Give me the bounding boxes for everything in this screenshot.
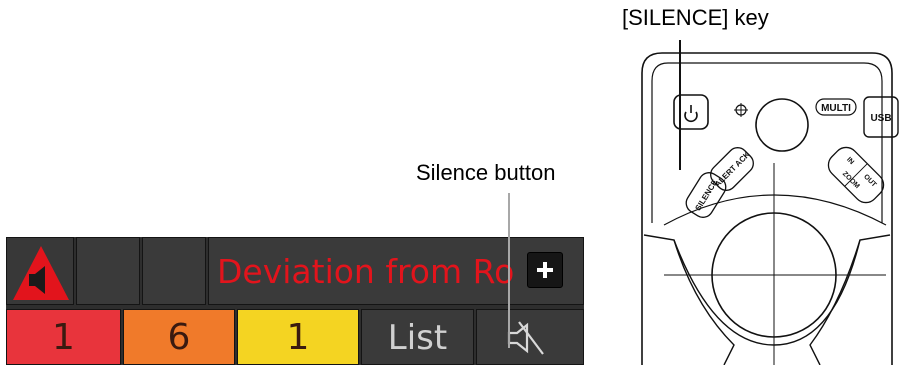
- speaker-warning-icon: [13, 246, 69, 300]
- silence-key-leader-line: [679, 40, 681, 170]
- alert-panel: Deviation from Ro 1 6 1 List: [6, 237, 584, 365]
- alert-icon-cell: [6, 237, 74, 305]
- silence-key-callout: [SILENCE] key: [622, 5, 769, 30]
- silence-button[interactable]: [476, 309, 584, 365]
- multi-key-label: MULTI: [821, 103, 851, 114]
- usb-label: USB: [870, 113, 891, 124]
- alert-message: Deviation from Ro: [217, 252, 515, 291]
- alert-ack-key-label: ALERT ACK: [713, 150, 752, 189]
- caution-count[interactable]: 1: [237, 309, 359, 365]
- warning-count[interactable]: 6: [123, 309, 235, 365]
- alert-slot-empty: [76, 237, 140, 305]
- silence-button-callout: Silence button: [416, 160, 556, 185]
- list-button[interactable]: List: [361, 309, 474, 365]
- speaker-muted-icon: [507, 321, 544, 355]
- control-unit-keypad: MULTI USB SILENCE ALERT ACK IN OUT ZOOM: [641, 52, 899, 365]
- zoom-in-label: IN: [845, 156, 855, 166]
- expand-alert-button[interactable]: [527, 252, 563, 288]
- alarm-count[interactable]: 1: [6, 309, 121, 365]
- alert-slot-empty: [142, 237, 206, 305]
- silence-button-leader-line: [508, 193, 510, 348]
- power-icon: [684, 105, 698, 123]
- zoom-out-label: OUT: [862, 173, 878, 189]
